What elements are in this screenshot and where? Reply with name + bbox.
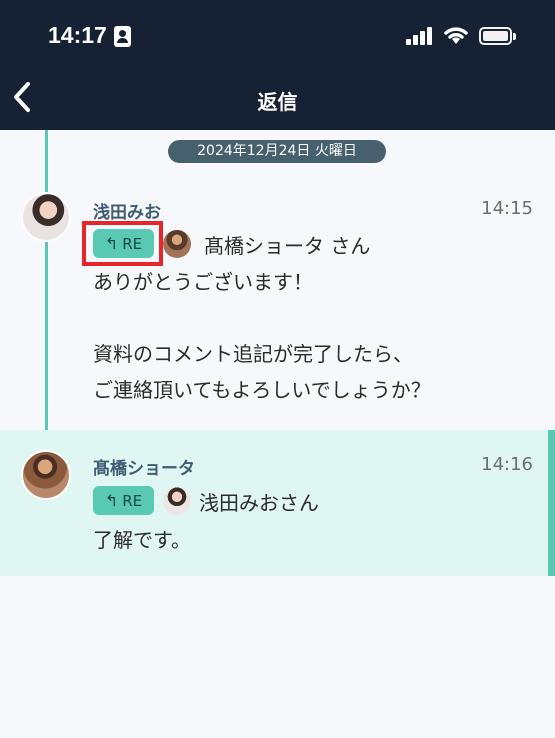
page-title: 返信 xyxy=(257,90,298,114)
message-time: 14:16 xyxy=(481,454,533,475)
reply-arrow-icon: ↰ xyxy=(104,491,119,510)
sender-name: 浅田みお xyxy=(93,203,161,223)
wifi-icon xyxy=(444,27,468,44)
message-text: ありがとうございます！ 資料のコメント追記が完了したら、 ご連絡頂いてもよろしい… xyxy=(93,270,431,402)
message-item[interactable]: 髙橋ショータ 14:16 ↰ RE 浅田みおさん 了解です。 xyxy=(0,430,555,576)
date-divider: 2024年12月24日 火曜日 xyxy=(168,140,386,163)
message-time: 14:15 xyxy=(481,198,533,219)
message-item[interactable]: 浅田みお 14:15 ↰ RE 髙橋ショータ さん ありがとうございます！ 資料の… xyxy=(0,180,555,420)
re-label: RE xyxy=(122,492,143,510)
avatar[interactable] xyxy=(21,450,71,500)
message-text: 了解です。 xyxy=(93,528,191,552)
reply-re-button[interactable]: ↰ RE xyxy=(93,486,154,515)
reply-to-avatar xyxy=(163,487,191,515)
reply-to-avatar xyxy=(163,230,191,258)
selection-indicator xyxy=(548,430,555,576)
app-header: 14:17 返信 xyxy=(0,0,555,130)
reply-to-name: 髙橋ショータ さん xyxy=(204,234,371,258)
contact-card-icon xyxy=(114,26,131,47)
cellular-signal-icon xyxy=(406,27,434,45)
highlight-box xyxy=(82,221,163,266)
status-bar-time: 14:17 xyxy=(48,22,107,48)
sender-name: 髙橋ショータ xyxy=(93,459,195,479)
avatar[interactable] xyxy=(21,192,71,242)
reply-to-name: 浅田みおさん xyxy=(199,491,319,515)
battery-icon xyxy=(479,27,516,45)
